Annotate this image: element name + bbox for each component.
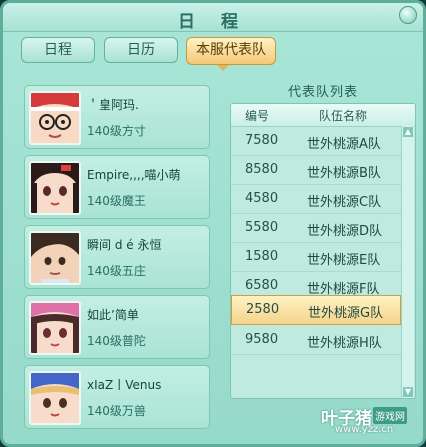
player-level: 140级万兽 xyxy=(87,404,146,418)
table-row-selected[interactable]: 2580 世外桃源G队 xyxy=(231,295,401,325)
team-num: 2580 xyxy=(246,302,280,317)
team-name: 世外桃源A队 xyxy=(307,137,381,152)
player-level: 140级普陀 xyxy=(87,334,146,348)
player-name: xIaZ丨Venus xyxy=(87,378,162,392)
scroll-down-icon[interactable]: ▼ xyxy=(403,387,413,397)
scroll-up-icon[interactable]: ▲ xyxy=(403,127,413,137)
player-card[interactable]: 如此’简单 140级普陀 xyxy=(24,295,210,359)
avatar-blue-hat-kid-icon xyxy=(29,371,81,425)
table-row[interactable]: 8580 世外桃源B队 xyxy=(231,156,401,185)
team-name: 世外桃源C队 xyxy=(307,195,382,210)
team-name: 世外桃源E队 xyxy=(307,253,381,268)
player-name: 瞬间 d é 永恒 xyxy=(87,238,162,252)
player-level: 140级魔王 xyxy=(87,194,146,208)
list-scrollbar[interactable]: ▲ ▼ xyxy=(401,126,414,398)
active-tab-pointer-icon xyxy=(217,65,229,71)
team-name: 世外桃源G队 xyxy=(308,306,384,321)
team-num: 1580 xyxy=(245,249,279,264)
player-name: 如此’简单 xyxy=(87,308,139,322)
title-bar: 日 程 xyxy=(3,3,423,32)
table-row[interactable]: 1580 世外桃源E队 xyxy=(231,243,401,272)
avatar-pink-hat-girl-icon xyxy=(29,301,81,355)
tab-schedule[interactable]: 日程 xyxy=(21,37,95,63)
player-name: Empire,,,,喵小萌 xyxy=(87,168,181,182)
team-num: 4580 xyxy=(245,191,279,206)
header-team-name: 队伍名称 xyxy=(319,109,368,123)
header-num: 编号 xyxy=(245,109,270,123)
schedule-window: 日 程 日程 日历 本服代表队 ＇皇阿玛. 140级方寸 Empire,,,,喵… xyxy=(0,0,426,447)
team-list-header: 编号 队伍名称 xyxy=(231,104,415,127)
player-card[interactable]: 瞬间 d é 永恒 140级五庄 xyxy=(24,225,210,289)
team-name: 世外桃源B队 xyxy=(307,166,381,181)
avatar-brown-hair-boy-icon xyxy=(29,231,81,285)
table-row[interactable]: 5580 世外桃源D队 xyxy=(231,214,401,243)
player-card[interactable]: Empire,,,,喵小萌 140级魔王 xyxy=(24,155,210,219)
close-icon[interactable] xyxy=(399,6,417,24)
table-row[interactable]: 7580 世外桃源A队 xyxy=(231,127,401,156)
watermark-tag: 游戏网 xyxy=(373,407,407,424)
player-card[interactable]: ＇皇阿玛. 140级方寸 xyxy=(24,85,210,149)
team-name: 世外桃源D队 xyxy=(307,224,383,239)
player-level: 140级方寸 xyxy=(87,124,146,138)
player-card[interactable]: xIaZ丨Venus 140级万兽 xyxy=(24,365,210,429)
team-num: 5580 xyxy=(245,220,279,235)
window-title: 日 程 xyxy=(178,12,248,32)
table-row[interactable]: 9580 世外桃源H队 xyxy=(231,326,401,355)
player-name: ＇皇阿玛. xyxy=(87,98,139,112)
avatar-red-hat-glasses-icon xyxy=(29,91,81,145)
avatar-dark-hair-girl-icon xyxy=(29,161,81,215)
team-num: 6580 xyxy=(245,278,279,293)
team-name: 世外桃源H队 xyxy=(307,336,382,351)
team-num: 8580 xyxy=(245,162,279,177)
site-watermark: 叶子猪 游戏网 www.yzz.cn xyxy=(319,402,419,440)
tab-calendar[interactable]: 日历 xyxy=(104,37,178,63)
table-row[interactable]: 4580 世外桃源C队 xyxy=(231,185,401,214)
team-list-title: 代表队列表 xyxy=(287,85,358,100)
player-level: 140级五庄 xyxy=(87,264,146,278)
team-num: 7580 xyxy=(245,133,279,148)
watermark-url: www.yzz.cn xyxy=(335,424,394,435)
team-num: 9580 xyxy=(245,332,279,347)
tab-server-team[interactable]: 本服代表队 xyxy=(186,37,276,65)
team-list-table: 编号 队伍名称 7580 世外桃源A队 8580 世外桃源B队 4580 世外桃… xyxy=(230,103,416,399)
